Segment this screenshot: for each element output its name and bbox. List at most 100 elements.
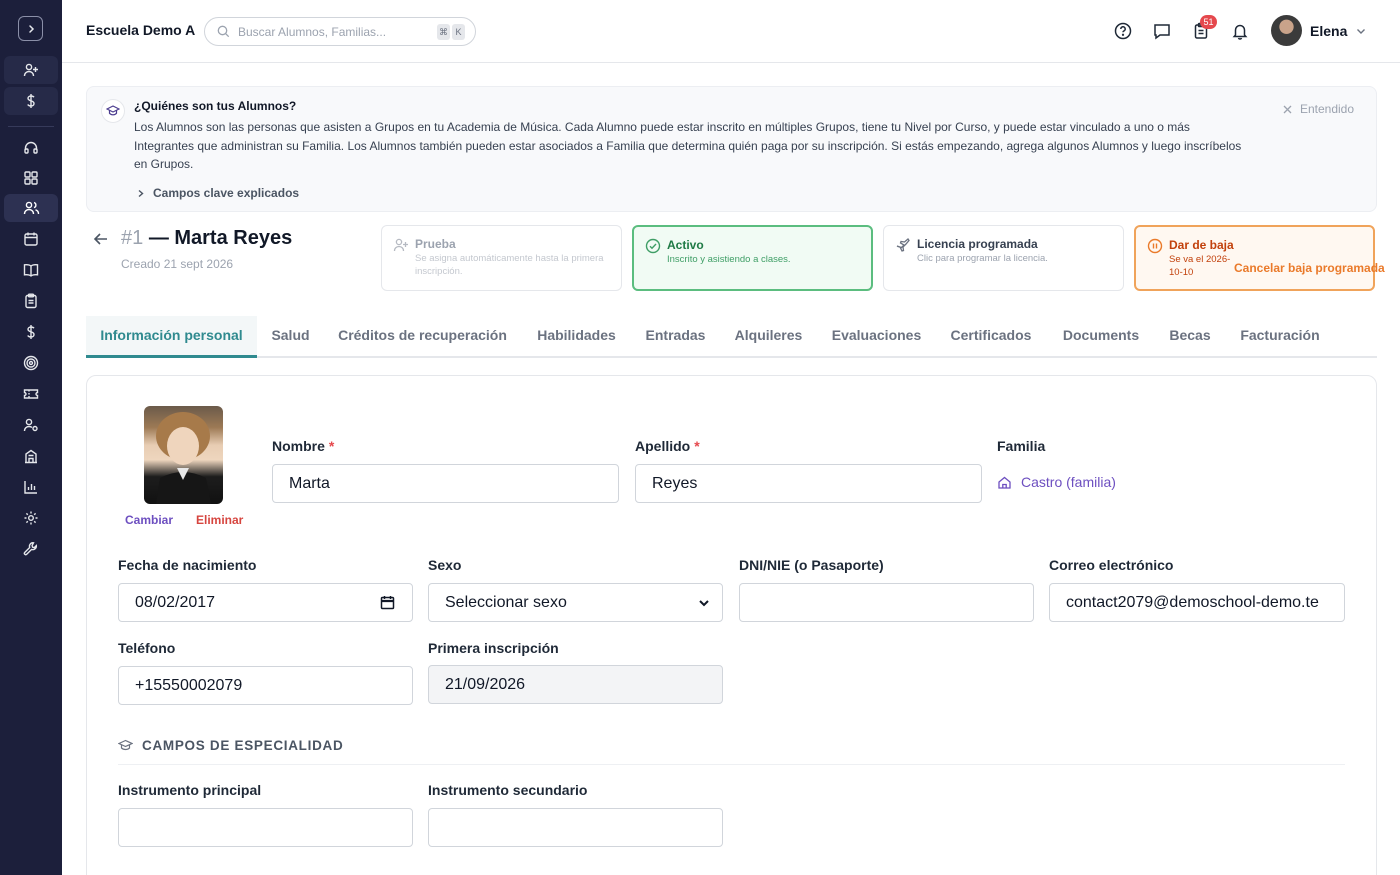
sidebar-toggle-button[interactable] [18, 16, 43, 41]
id-document-field[interactable] [739, 583, 1034, 622]
page-title: #1 — Marta Reyes [121, 227, 292, 250]
sex-select[interactable]: Seleccionar sexo [428, 583, 723, 622]
close-icon [1283, 105, 1292, 113]
sidebar-item-settings[interactable] [4, 504, 58, 532]
target-icon [23, 355, 39, 371]
sidebar-item-attendance[interactable] [4, 287, 58, 315]
sidebar-item-add-student[interactable] [4, 56, 58, 84]
secondary-instrument-field[interactable] [428, 808, 723, 847]
last-name-field[interactable]: Reyes [635, 464, 982, 503]
tab-documents[interactable]: Documents [1047, 316, 1155, 358]
tab-makeup-credits[interactable]: Créditos de recuperación [324, 316, 521, 358]
tab-billing[interactable]: Facturación [1225, 316, 1335, 358]
graduation-cap-icon [118, 739, 133, 751]
search-input[interactable]: Buscar Alumnos, Familias... ⌘ K [204, 17, 476, 46]
chevron-right-icon [28, 24, 34, 33]
sidebar-item-billing[interactable] [4, 318, 58, 346]
status-leave-card[interactable]: Licencia programada Clic para programar … [883, 225, 1124, 291]
help-button[interactable] [1112, 20, 1134, 42]
status-trial-card: Prueba Se asigna automáticamente hasta l… [381, 225, 622, 291]
tab-scholarships[interactable]: Becas [1155, 316, 1225, 358]
tab-skills[interactable]: Habilidades [521, 316, 632, 358]
student-name: — Marta Reyes [148, 227, 293, 249]
id-document-label: DNI/NIE (o Pasaporte) [739, 557, 884, 573]
key-fields-toggle[interactable]: Campos clave explicados [137, 186, 299, 200]
sidebar-item-tickets[interactable] [4, 380, 58, 408]
student-photo [144, 406, 223, 504]
first-enrollment-label: Primera inscripción [428, 640, 559, 656]
phone-label: Teléfono [118, 640, 176, 656]
phone-field[interactable]: +15550002079 [118, 666, 413, 705]
shortcut-key-cmd: ⌘ [437, 24, 450, 40]
tab-evaluations[interactable]: Evaluaciones [818, 316, 935, 358]
sex-label: Sexo [428, 557, 462, 573]
messages-button[interactable] [1151, 20, 1173, 42]
user-menu-button[interactable] [1350, 20, 1372, 42]
dismiss-banner-button[interactable]: Entendido [1283, 102, 1354, 116]
email-field[interactable]: contact2079@demoschool-demo.te [1049, 583, 1345, 622]
calendar-icon [24, 232, 38, 246]
cancel-scheduled-withdrawal-link[interactable]: Cancelar baja programada [1234, 261, 1385, 275]
last-name-label: Apellido * [635, 438, 700, 454]
sidebar-item-students[interactable] [4, 194, 58, 222]
birth-date-value: 08/02/2017 [135, 594, 216, 611]
sidebar-item-goals[interactable] [4, 349, 58, 377]
status-description: Clic para programar la licencia. [917, 253, 1048, 264]
sidebar-item-calendar[interactable] [4, 225, 58, 253]
delete-photo-link[interactable]: Eliminar [196, 513, 243, 527]
status-active-card[interactable]: Activo Inscrito y asistiendo a clases. [632, 225, 873, 291]
status-description: Se va el 2026-10-10 [1169, 254, 1231, 278]
tab-entries[interactable]: Entradas [632, 316, 719, 358]
sidebar-item-reports[interactable] [4, 473, 58, 501]
user-plus-icon [23, 63, 38, 77]
chevron-right-icon [138, 189, 144, 197]
status-title: Licencia programada [917, 237, 1038, 251]
notifications-button[interactable] [1229, 20, 1251, 42]
wrench-icon [23, 542, 37, 556]
notification-count-badge: 51 [1200, 15, 1217, 29]
sidebar-item-payments[interactable] [4, 87, 58, 115]
required-marker: * [328, 438, 335, 454]
user-avatar[interactable] [1271, 15, 1302, 46]
email-label: Correo electrónico [1049, 557, 1174, 573]
change-photo-link[interactable]: Cambiar [125, 513, 173, 527]
tab-certificates[interactable]: Certificados [935, 316, 1047, 358]
sidebar-item-courses[interactable] [4, 256, 58, 284]
top-bar: Escuela Demo A Buscar Alumnos, Familias.… [62, 0, 1400, 63]
label-text: Nombre [272, 438, 325, 454]
calendar-icon[interactable] [380, 595, 395, 610]
family-name: Castro (familia) [1021, 474, 1116, 490]
section-title-text: CAMPOS DE ESPECIALIDAD [142, 738, 344, 753]
sidebar-divider [8, 126, 54, 127]
birth-date-field[interactable]: 08/02/2017 [118, 583, 413, 622]
sex-value: Seleccionar sexo [445, 594, 567, 611]
tab-rentals[interactable]: Alquileres [719, 316, 818, 358]
family-link[interactable]: Castro (familia) [997, 474, 1116, 490]
status-withdraw-card[interactable]: Dar de baja Se va el 2026-10-10 Cancelar… [1134, 225, 1385, 291]
sidebar-item-locations[interactable] [4, 442, 58, 470]
student-number: #1 [121, 227, 144, 249]
plane-icon [896, 238, 910, 252]
primary-instrument-field[interactable] [118, 808, 413, 847]
sidebar-item-staff[interactable] [4, 411, 58, 439]
home-icon [998, 476, 1011, 489]
family-label: Familia [997, 438, 1046, 454]
sidebar-item-dashboard[interactable] [4, 164, 58, 192]
chevron-down-icon [699, 600, 709, 607]
user-name[interactable]: Elena [1310, 23, 1347, 39]
dollar-icon [27, 325, 35, 339]
tab-bar: Información personal Salud Créditos de r… [86, 316, 1377, 358]
sidebar-item-support[interactable] [4, 134, 58, 162]
back-button[interactable] [92, 230, 110, 248]
dismiss-label: Entendido [1299, 102, 1354, 116]
tab-health[interactable]: Salud [257, 316, 324, 358]
created-date: Creado 21 sept 2026 [121, 257, 234, 271]
status-title: Prueba [415, 237, 456, 251]
banner-text: Los Alumnos son las personas que asisten… [134, 120, 1242, 171]
tab-personal-info[interactable]: Información personal [86, 316, 257, 358]
graduation-cap-icon [101, 99, 125, 123]
first-name-field[interactable]: Marta [272, 464, 619, 503]
sidebar-item-tools[interactable] [4, 535, 58, 563]
school-name[interactable]: Escuela Demo A [86, 22, 195, 38]
check-circle-icon [645, 238, 661, 254]
